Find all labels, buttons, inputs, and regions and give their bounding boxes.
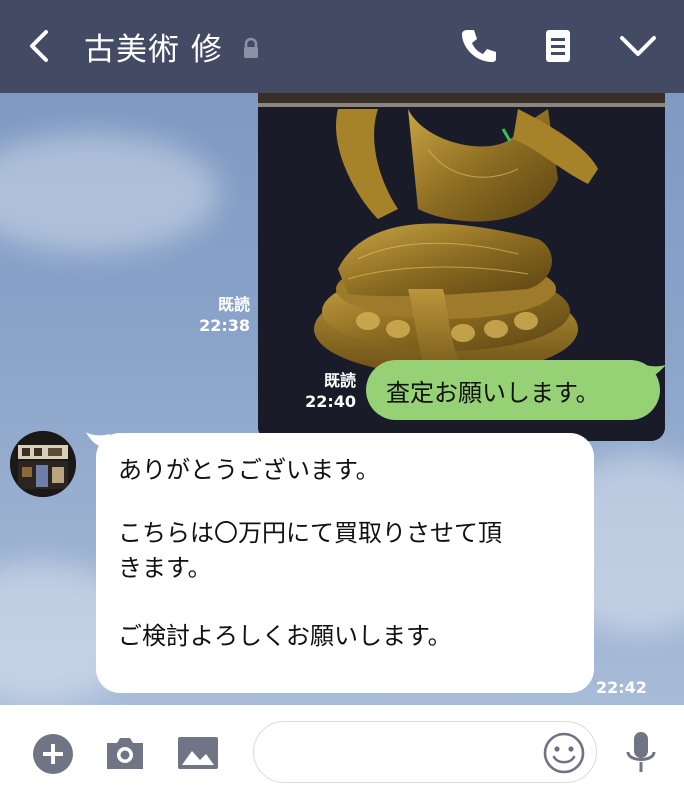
chat-header: 古美術 修 xyxy=(0,0,684,93)
background-cloud xyxy=(0,133,220,253)
message-line: ご検討よろしくお願いします。 xyxy=(118,622,452,650)
chat-area[interactable]: 既読 22:38 既読 22:40 査定お願いします。 ありがとうございます。 … xyxy=(0,93,684,705)
microphone-icon[interactable] xyxy=(624,730,658,778)
plus-icon[interactable] xyxy=(32,733,74,775)
timestamp: 22:42 xyxy=(596,678,647,697)
read-receipt: 既読 xyxy=(217,295,250,314)
lock-icon xyxy=(244,37,258,58)
camera-icon[interactable] xyxy=(103,733,147,773)
sent-meta: 既読 22:40 xyxy=(300,370,356,412)
photo-meta: 既読 22:38 xyxy=(194,294,250,336)
message-line: ありがとうございます。 xyxy=(118,456,380,484)
sent-message-text: 査定お願いします。 xyxy=(386,379,600,407)
notes-icon[interactable] xyxy=(538,26,578,66)
message-line: きます。 xyxy=(118,554,212,582)
back-icon[interactable] xyxy=(22,26,56,66)
phone-icon[interactable] xyxy=(458,26,498,66)
shop-storefront-image xyxy=(10,431,76,497)
timestamp: 22:38 xyxy=(199,316,250,335)
chat-title: 古美術 修 xyxy=(84,32,223,68)
bubble-tail xyxy=(640,363,666,381)
bubble-tail xyxy=(86,432,110,450)
timestamp: 22:40 xyxy=(305,392,356,411)
avatar[interactable] xyxy=(10,431,76,497)
chevron-down-icon[interactable] xyxy=(618,26,658,66)
image-icon[interactable] xyxy=(176,733,220,773)
message-line: こちらは〇万円にて買取りさせて頂 xyxy=(118,519,502,547)
emoji-icon[interactable] xyxy=(542,731,586,775)
read-receipt: 既読 xyxy=(323,371,356,390)
